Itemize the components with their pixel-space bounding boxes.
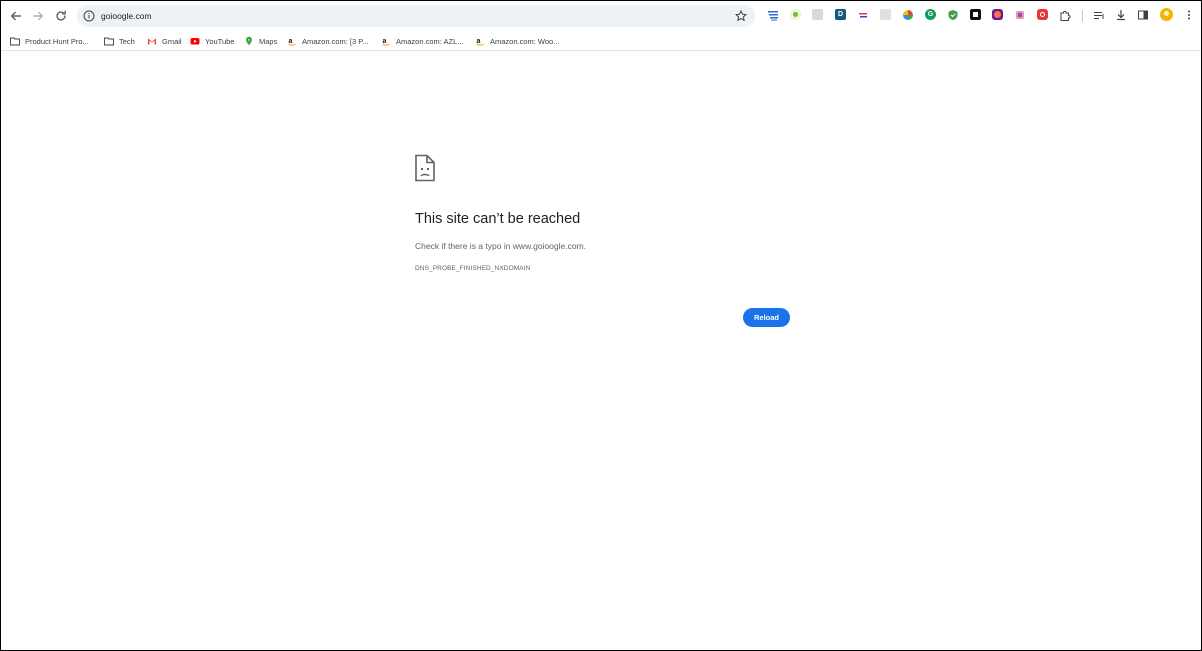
amazon-icon: a: [476, 38, 484, 46]
bookmark-label: Maps: [259, 36, 278, 46]
gmail-icon: [148, 38, 156, 45]
bookmark-youtube[interactable]: YouTube: [190, 34, 234, 48]
bookmark-amazon-2[interactable]: a Amazon.com: AZL...: [381, 34, 464, 48]
back-arrow-icon: [10, 11, 22, 21]
amazon-icon: a: [288, 38, 296, 46]
forward-arrow-icon: [32, 11, 44, 21]
error-title: This site can’t be reached: [415, 211, 581, 227]
grammarly-extension-icon[interactable]: G: [925, 9, 936, 20]
side-panel-icon[interactable]: [1137, 9, 1149, 21]
bookmark-label: Amazon.com: Woo...: [490, 36, 560, 46]
bookmark-gmail[interactable]: Gmail: [147, 34, 182, 48]
svg-text:a: a: [289, 38, 293, 45]
sad-document-icon: [415, 154, 435, 182]
bookmark-star-icon[interactable]: [735, 10, 747, 22]
info-icon[interactable]: [83, 10, 95, 22]
reload-button[interactable]: Reload: [743, 308, 790, 327]
error-message: Check if there is a typo in www.goioogle…: [415, 241, 587, 251]
bookmark-label: Amazon.com: [3 P...: [302, 36, 369, 46]
extensions-puzzle-icon[interactable]: [1059, 9, 1071, 21]
bookmark-amazon-3[interactable]: a Amazon.com: Woo...: [475, 34, 559, 48]
svg-text:a: a: [477, 38, 481, 45]
bookmarks-bar: Product Hunt Pro... Tech Gmail YouTube M…: [1, 31, 1201, 51]
error-code: DNS_PROBE_FINISHED_NXDOMAIN: [415, 265, 531, 272]
menu-kebab-icon[interactable]: [1183, 9, 1195, 21]
bookmark-label: Amazon.com: AZL...: [396, 36, 464, 46]
purple-extension-icon[interactable]: [992, 9, 1003, 20]
bookmark-label: YouTube: [205, 36, 235, 46]
bookmark-tech[interactable]: Tech: [104, 34, 135, 48]
folder-icon: [104, 37, 114, 46]
maps-icon: [246, 36, 252, 46]
bookmark-label: Gmail: [162, 36, 182, 46]
light-grey-extension-icon[interactable]: [880, 9, 891, 20]
forward-button[interactable]: [28, 6, 48, 26]
grey-extension-icon[interactable]: [812, 9, 823, 20]
refresh-icon: [56, 10, 66, 21]
bookmark-label: Tech: [119, 36, 135, 46]
toolbar-divider: [1082, 10, 1083, 22]
reload-browser-button[interactable]: [51, 6, 71, 26]
bookmark-maps[interactable]: Maps: [244, 34, 277, 48]
svg-text:a: a: [383, 38, 387, 45]
red-extension-icon[interactable]: [1037, 9, 1048, 20]
folder-icon: [10, 37, 20, 46]
black-extension-icon[interactable]: [970, 9, 981, 20]
bookmark-amazon-1[interactable]: a Amazon.com: [3 P...: [287, 34, 369, 48]
url-text[interactable]: goioogle.com: [101, 10, 152, 22]
flag-extension-icon[interactable]: [857, 9, 869, 21]
download-icon[interactable]: [1115, 9, 1127, 21]
address-bar[interactable]: goioogle.com: [77, 5, 755, 27]
pink-extension-icon[interactable]: [1014, 9, 1026, 21]
reading-list-icon[interactable]: [1093, 9, 1105, 21]
bookmark-label: Product Hunt Pro...: [25, 36, 89, 46]
bookmark-product-hunt[interactable]: Product Hunt Pro...: [10, 34, 89, 48]
browser-window: goioogle.com D G Product Hunt Pro... Tec…: [0, 0, 1202, 651]
profile-avatar[interactable]: [1160, 8, 1173, 21]
browser-toolbar: goioogle.com D G: [1, 1, 1201, 31]
shield-extension-icon[interactable]: [947, 9, 959, 21]
green-extension-icon[interactable]: [790, 9, 801, 20]
amazon-icon: a: [382, 38, 390, 46]
color-wheel-extension-icon[interactable]: [902, 9, 914, 21]
back-button[interactable]: [6, 6, 26, 26]
tab-manager-extension-icon[interactable]: [767, 9, 779, 21]
youtube-icon: [190, 38, 200, 45]
d-extension-icon[interactable]: D: [835, 9, 846, 20]
